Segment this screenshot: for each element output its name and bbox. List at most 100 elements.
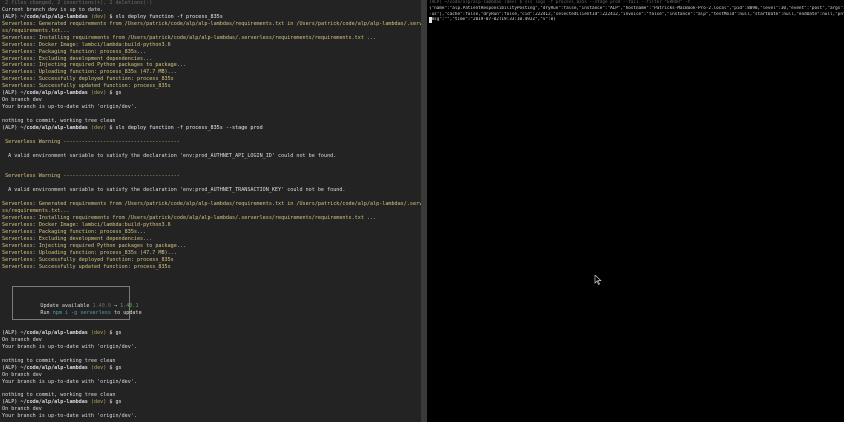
- terminal-text-segment: Serverless:: [2, 62, 39, 69]
- text-cursor: [429, 17, 432, 23]
- terminal-text-segment: ss/requirements.txt...: [2, 27, 70, 34]
- log-output: (ALP) ~/code/alp/alp-lambdas (dev) $ sls…: [427, 0, 844, 23]
- terminal-text-segment: Serverless:: [2, 34, 39, 41]
- terminal-line: 2 files changed, 2 insertions(+), 2 dele…: [2, 0, 421, 7]
- terminal-text-segment: Current branch dev is up to date.: [2, 6, 104, 13]
- terminal-text-segment: Your branch is up-to-date with 'origin/d…: [2, 378, 137, 385]
- terminal-line: Serverless: Uploading function: process_…: [2, 250, 421, 257]
- terminal-text-segment: Serverless:: [2, 20, 39, 27]
- terminal-text-segment: (dev): [87, 364, 107, 371]
- terminal-line: A valid environment variable to satisfy …: [2, 187, 421, 194]
- terminal-text-segment: Serverless:: [2, 242, 39, 249]
- terminal-line: (ALP) ~/code/alp/alp-lambdas (dev) $ gs: [2, 399, 137, 406]
- terminal-text-segment: (dev): [87, 399, 107, 406]
- terminal-line: Serverless: Successfully deployed functi…: [2, 257, 421, 264]
- terminal-text-segment: On branch dev: [2, 406, 42, 413]
- terminal-text-segment: Excluding development dependencies...: [38, 55, 153, 62]
- terminal-line: Serverless: Successfully deployed functi…: [2, 76, 421, 83]
- terminal-line: (ALP) ~/code/alp/alp-lambdas (dev) $ gs: [2, 365, 137, 372]
- terminal-text-segment: (ALP): [2, 13, 21, 20]
- terminal-text-segment: Your branch is up-to-date with 'origin/d…: [2, 413, 137, 420]
- terminal-text-segment: 2 files changed, 2 insertions(+), 2 dele…: [2, 0, 153, 6]
- terminal-text-segment: Injecting required Python packages to pa…: [38, 62, 187, 69]
- terminal-text-segment: ~/code/alp/alp-lambdas: [20, 90, 88, 97]
- terminal-text-segment: $ sls deploy function -f process_835s --…: [106, 124, 263, 131]
- terminal-text-segment: Successfully updated function: process_8…: [38, 83, 171, 90]
- terminal-text-segment: Successfully updated function: process_8…: [38, 263, 171, 270]
- terminal-line: Serverless: Installing requirements from…: [2, 35, 421, 42]
- terminal-text-segment: ~/code/alp/alp-lambdas: [20, 364, 88, 371]
- terminal-line: Serverless Warning ---------------------…: [2, 173, 421, 180]
- terminal-line: On branch dev: [2, 337, 137, 344]
- terminal-line: On branch dev: [2, 97, 421, 104]
- terminal-line: Serverless: Packaging function: process_…: [2, 49, 421, 56]
- terminal-text-segment: "msg":"","time":"2019-07-02T19:33:10.492…: [429, 17, 556, 23]
- terminal-text-segment: Docker Image: lambci/lambda:build-python…: [38, 41, 171, 48]
- terminal-text-segment: (dev): [87, 330, 107, 336]
- terminal-text-segment: Serverless:: [2, 235, 39, 242]
- terminal-text-segment: Excluding development dependencies...: [38, 235, 153, 242]
- left-terminal-pane[interactable]: 2 files changed, 2 insertions(+), 2 dele…: [0, 0, 421, 422]
- terminal-text-segment: (dev): [87, 124, 107, 131]
- terminal-text-segment: On branch dev: [2, 371, 42, 378]
- right-terminal-pane[interactable]: (ALP) ~/code/alp/alp-lambdas (dev) $ sls…: [427, 0, 844, 422]
- terminal-line: Serverless: Successfully updated functio…: [2, 83, 421, 90]
- terminal-line: ss/requirements.txt...: [2, 28, 421, 35]
- terminal-text-segment: $ gs: [106, 330, 122, 336]
- terminal-text-segment: Serverless Warning ---------------------…: [2, 138, 180, 145]
- terminal-line: Current branch dev is up to date.: [2, 7, 421, 14]
- terminal-text-segment: (dev): [87, 13, 107, 20]
- update-available-notice: Update available 1.40.0 → 1.40.1 Run npm…: [12, 286, 142, 320]
- terminal-line: (ALP) ~/code/alp/alp-lambdas (dev) $ sls…: [2, 125, 421, 132]
- terminal-line: Serverless: Successfully updated functio…: [2, 264, 421, 271]
- terminal-line: ss/requirements.txt...: [2, 208, 421, 215]
- terminal-line: On branch dev: [2, 406, 137, 413]
- terminal-line: Serverless: Injecting required Python pa…: [2, 243, 421, 250]
- terminal-line: Serverless: Injecting required Python pa…: [2, 62, 421, 69]
- terminal-text-segment: Serverless:: [2, 69, 39, 76]
- terminal-text-segment: nothing to commit, working tree clean: [2, 117, 116, 124]
- terminal-line: Serverless: Excluding development depend…: [2, 56, 421, 63]
- terminal-line: Your branch is up-to-date with 'origin/d…: [2, 104, 421, 111]
- terminal-text-segment: $ sls deploy function -f process_835s: [106, 13, 223, 20]
- to-update-text: to update: [110, 310, 142, 316]
- update-command: npm i -g serverless: [52, 310, 111, 316]
- terminal-text-segment: Serverless:: [2, 222, 39, 228]
- terminal-text-segment: $ gs: [106, 90, 122, 97]
- terminal-line: Serverless: Installing requirements from…: [2, 215, 421, 222]
- terminal-text-segment: (ALP): [2, 330, 21, 336]
- terminal-text-segment: Serverless:: [2, 201, 39, 208]
- terminal-text-segment: $ gs: [106, 364, 122, 371]
- terminal-text-segment: On branch dev: [2, 97, 42, 104]
- terminal-text-segment: (ALP) ~/code/alp/alp-lambdas (dev) $ sls…: [429, 0, 691, 5]
- terminal-line: Serverless: Docker Image: lambci/lambda:…: [2, 222, 421, 229]
- terminal-line: "msg":"","time":"2019-07-02T19:33:10.492…: [429, 17, 844, 23]
- terminal-text-segment: Serverless:: [2, 215, 39, 222]
- terminal-text-segment: Generated requirements from /Users/patri…: [38, 20, 421, 27]
- terminal-text-segment: Serverless:: [2, 48, 39, 55]
- terminal-line: A valid environment variable to satisfy …: [2, 153, 421, 160]
- terminal-text-segment: nothing to commit, working tree clean: [2, 357, 116, 364]
- terminal-text-segment: Uploading function: process_835s (47.7 M…: [38, 69, 177, 76]
- terminal-text-segment: On branch dev: [2, 336, 42, 343]
- terminal-text-segment: Docker Image: lambci/lambda:build-python…: [38, 222, 171, 228]
- terminal-text-segment: Generated requirements from /Users/patri…: [38, 201, 421, 208]
- terminal-line: Serverless Warning ---------------------…: [2, 139, 421, 146]
- terminal-text-segment: {"name":"alp.PatientResponsibilityPostin…: [429, 5, 844, 11]
- terminal-text-segment: A valid environment variable to satisfy …: [2, 152, 337, 159]
- terminal-text-segment: (dev): [87, 90, 107, 97]
- terminal-text-segment: ~/code/alp/alp-lambdas: [20, 13, 88, 20]
- terminal-text-segment: Serverless:: [2, 76, 39, 83]
- terminal-text-segment: Installing requirements from /Users/patr…: [38, 215, 377, 222]
- terminal-line: Serverless: Packaging function: process_…: [2, 229, 421, 236]
- terminal-text-segment: (ALP): [2, 90, 21, 97]
- terminal-line: (ALP) ~/code/alp/alp-lambdas (dev) $ gs: [2, 90, 421, 97]
- terminal-text-segment: Packaging function: process_835s...: [38, 228, 147, 235]
- terminal-text-segment: Serverless:: [2, 263, 39, 270]
- terminal-text-segment: Serverless Warning ---------------------…: [2, 173, 180, 180]
